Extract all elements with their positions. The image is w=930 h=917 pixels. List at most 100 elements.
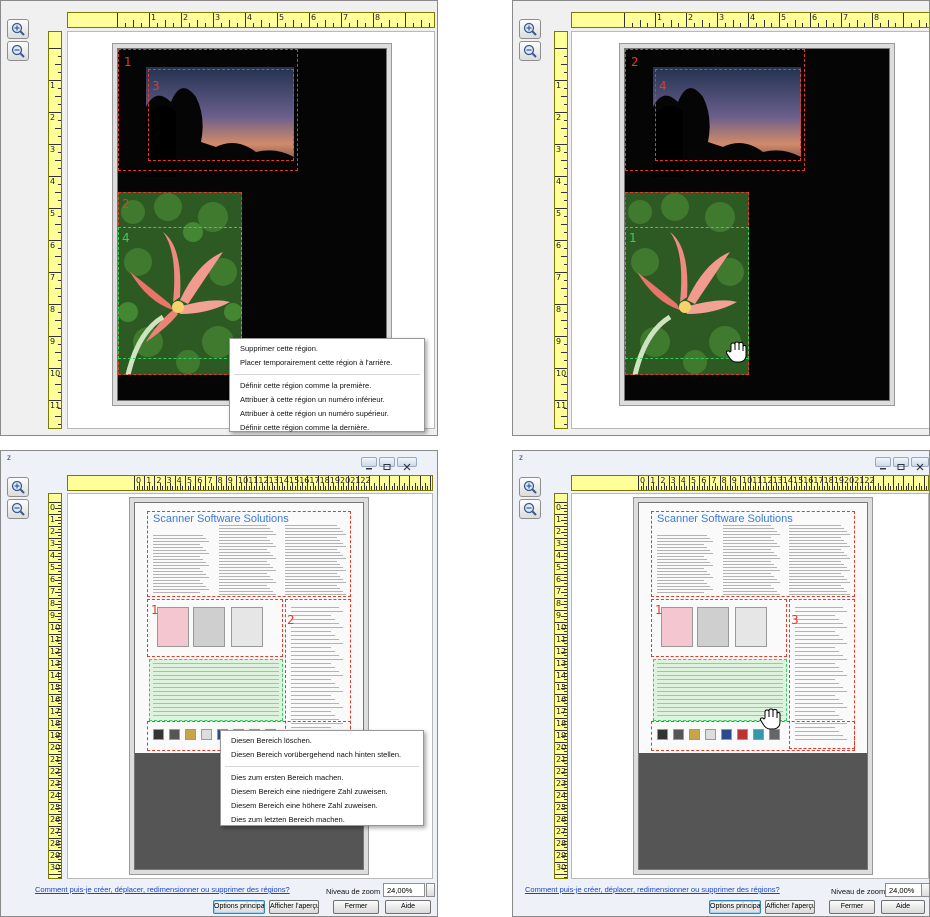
help-link[interactable]: Comment puis-je créer, déplacer, redimen…	[525, 885, 780, 894]
ruler-tick	[762, 486, 764, 490]
zoom-out-button[interactable]	[519, 41, 541, 61]
ruler-tick	[564, 424, 567, 425]
zoom-spinner[interactable]	[426, 883, 435, 897]
ruler-tick	[58, 184, 61, 185]
region-4[interactable]	[149, 659, 283, 721]
region-1[interactable]	[651, 599, 787, 657]
ruler-tick	[117, 13, 118, 27]
ruler-tick	[141, 23, 142, 27]
region-5[interactable]	[651, 721, 855, 751]
ruler-tick	[58, 559, 61, 560]
close-dialog-button[interactable]: Fermer	[829, 900, 875, 914]
maximize-button[interactable]	[379, 457, 395, 470]
ruler-tick	[279, 486, 281, 490]
ruler-tick	[58, 541, 61, 542]
region-1[interactable]	[147, 599, 283, 657]
ruler-tick	[373, 13, 374, 27]
ruler-tick	[55, 384, 61, 385]
ruler-tick	[221, 23, 222, 27]
help-button[interactable]: Aide	[881, 900, 925, 914]
panel-top-left: 12345678 1 2 3 4 5 6 7 8 9 10 11 1 3 2 4…	[0, 0, 438, 436]
preview-area[interactable]: 2 4 1	[571, 31, 929, 429]
region-4[interactable]	[655, 69, 801, 161]
ruler-tick	[631, 23, 633, 27]
ruler-number: 20	[50, 743, 61, 752]
ruler-number: 1	[556, 81, 562, 90]
close-button[interactable]	[911, 457, 929, 471]
main-options-button[interactable]: Options principal	[213, 900, 265, 914]
ruler-tick	[58, 232, 61, 233]
menu-item-make-first[interactable]: Définir cette région comme la première.	[230, 379, 424, 393]
menu-item-lower-number[interactable]: Attribuer à cette région un numéro infér…	[230, 393, 424, 407]
region-4-number: 4	[659, 79, 667, 93]
menu-item-make-last[interactable]: Définir cette région comme la dernière.	[230, 421, 424, 435]
zoom-spinner[interactable]	[921, 883, 929, 897]
ruler-number: 28	[50, 839, 61, 848]
zoom-out-button[interactable]	[7, 41, 29, 61]
ruler-tick	[228, 486, 230, 490]
menu-item-make-first[interactable]: Dies zum ersten Bereich machen.	[221, 771, 423, 785]
ruler-number: 6	[556, 575, 562, 584]
ruler-tick	[893, 476, 894, 490]
ruler-tick	[555, 874, 567, 875]
horizontal-ruler: 0 1 2 3 4 5 6 7 8 9 10 11 12 13 14 15 16 17 18 19 20 21 22	[571, 475, 929, 491]
ruler-tick	[187, 486, 189, 490]
menu-item-delete[interactable]: Diesen Bereich löschen.	[221, 734, 423, 748]
region-4[interactable]	[118, 227, 242, 359]
help-button[interactable]: Aide	[385, 900, 431, 914]
menu-item-send-back[interactable]: Diesen Bereich vorübergehend nach hinten…	[221, 748, 423, 762]
close-icon	[916, 463, 924, 471]
zoom-out-button[interactable]	[519, 499, 541, 519]
preview-area[interactable]: 1 3 2 4 Supprimer cette région. Placer t…	[67, 31, 435, 432]
menu-item-lower-number[interactable]: Diesem Bereich eine niedrigere Zahl zuwe…	[221, 785, 423, 799]
main-options-button[interactable]: Options principal	[709, 900, 761, 914]
ruler-tick	[910, 486, 912, 490]
close-dialog-button[interactable]: Fermer	[333, 900, 379, 914]
scanned-page: Scanner Software Solutions 1 3	[638, 502, 868, 870]
ruler-tick	[564, 565, 567, 566]
ruler-number: 9	[50, 337, 56, 346]
ruler-tick	[737, 486, 739, 490]
zoom-in-button[interactable]	[7, 477, 29, 497]
minimize-button[interactable]	[361, 457, 377, 470]
ruler-tick	[564, 571, 567, 572]
show-preview-button[interactable]: Afficher l'aperçu	[765, 900, 815, 914]
ruler-tick	[561, 352, 567, 353]
region-3[interactable]	[147, 511, 351, 597]
menu-item-higher-number[interactable]: Diesem Bereich eine höhere Zahl zuweisen…	[221, 799, 423, 813]
ruler-tick	[671, 486, 673, 490]
ruler-number: 5	[691, 476, 697, 485]
help-link[interactable]: Comment puis-je créer, déplacer, redimen…	[35, 885, 290, 894]
ruler-tick	[238, 486, 240, 490]
ruler-number: 0	[556, 503, 562, 512]
menu-item-higher-number[interactable]: Attribuer à cette région un numéro supér…	[230, 407, 424, 421]
show-preview-button[interactable]: Afficher l'aperçu	[269, 900, 319, 914]
region-2[interactable]	[651, 511, 855, 597]
ruler-tick	[691, 486, 693, 490]
region-1[interactable]	[625, 227, 749, 359]
zoom-in-button[interactable]	[519, 477, 541, 497]
zoom-input[interactable]: 24,00%	[383, 883, 425, 897]
preview-area[interactable]: Scanner Software Solutions 1 3	[571, 493, 929, 879]
close-button[interactable]	[397, 457, 417, 471]
ruler-tick	[561, 508, 567, 509]
maximize-button[interactable]	[893, 457, 909, 470]
ruler-tick	[564, 312, 567, 313]
menu-item-make-last[interactable]: Dies zum letzten Bereich machen.	[221, 813, 423, 827]
ruler-tick	[870, 486, 872, 490]
zoom-in-button[interactable]	[519, 19, 541, 39]
ruler-tick	[223, 486, 225, 490]
ruler-tick	[396, 486, 398, 490]
ruler-tick	[561, 128, 567, 129]
menu-item-delete[interactable]: Supprimer cette région.	[230, 342, 424, 356]
menu-item-send-back[interactable]: Placer temporairement cette région à l'a…	[230, 356, 424, 370]
region-3[interactable]	[148, 69, 294, 161]
ruler-tick	[561, 192, 567, 193]
zoom-out-button[interactable]	[7, 499, 29, 519]
ruler-tick	[373, 483, 375, 490]
preview-area[interactable]: Scanner Software Solutions 1 2 Diesen Be…	[67, 493, 433, 879]
minimize-button[interactable]	[875, 457, 891, 470]
zoom-in-button[interactable]	[7, 19, 29, 39]
ruler-tick	[561, 592, 567, 593]
minimize-icon	[880, 468, 886, 470]
